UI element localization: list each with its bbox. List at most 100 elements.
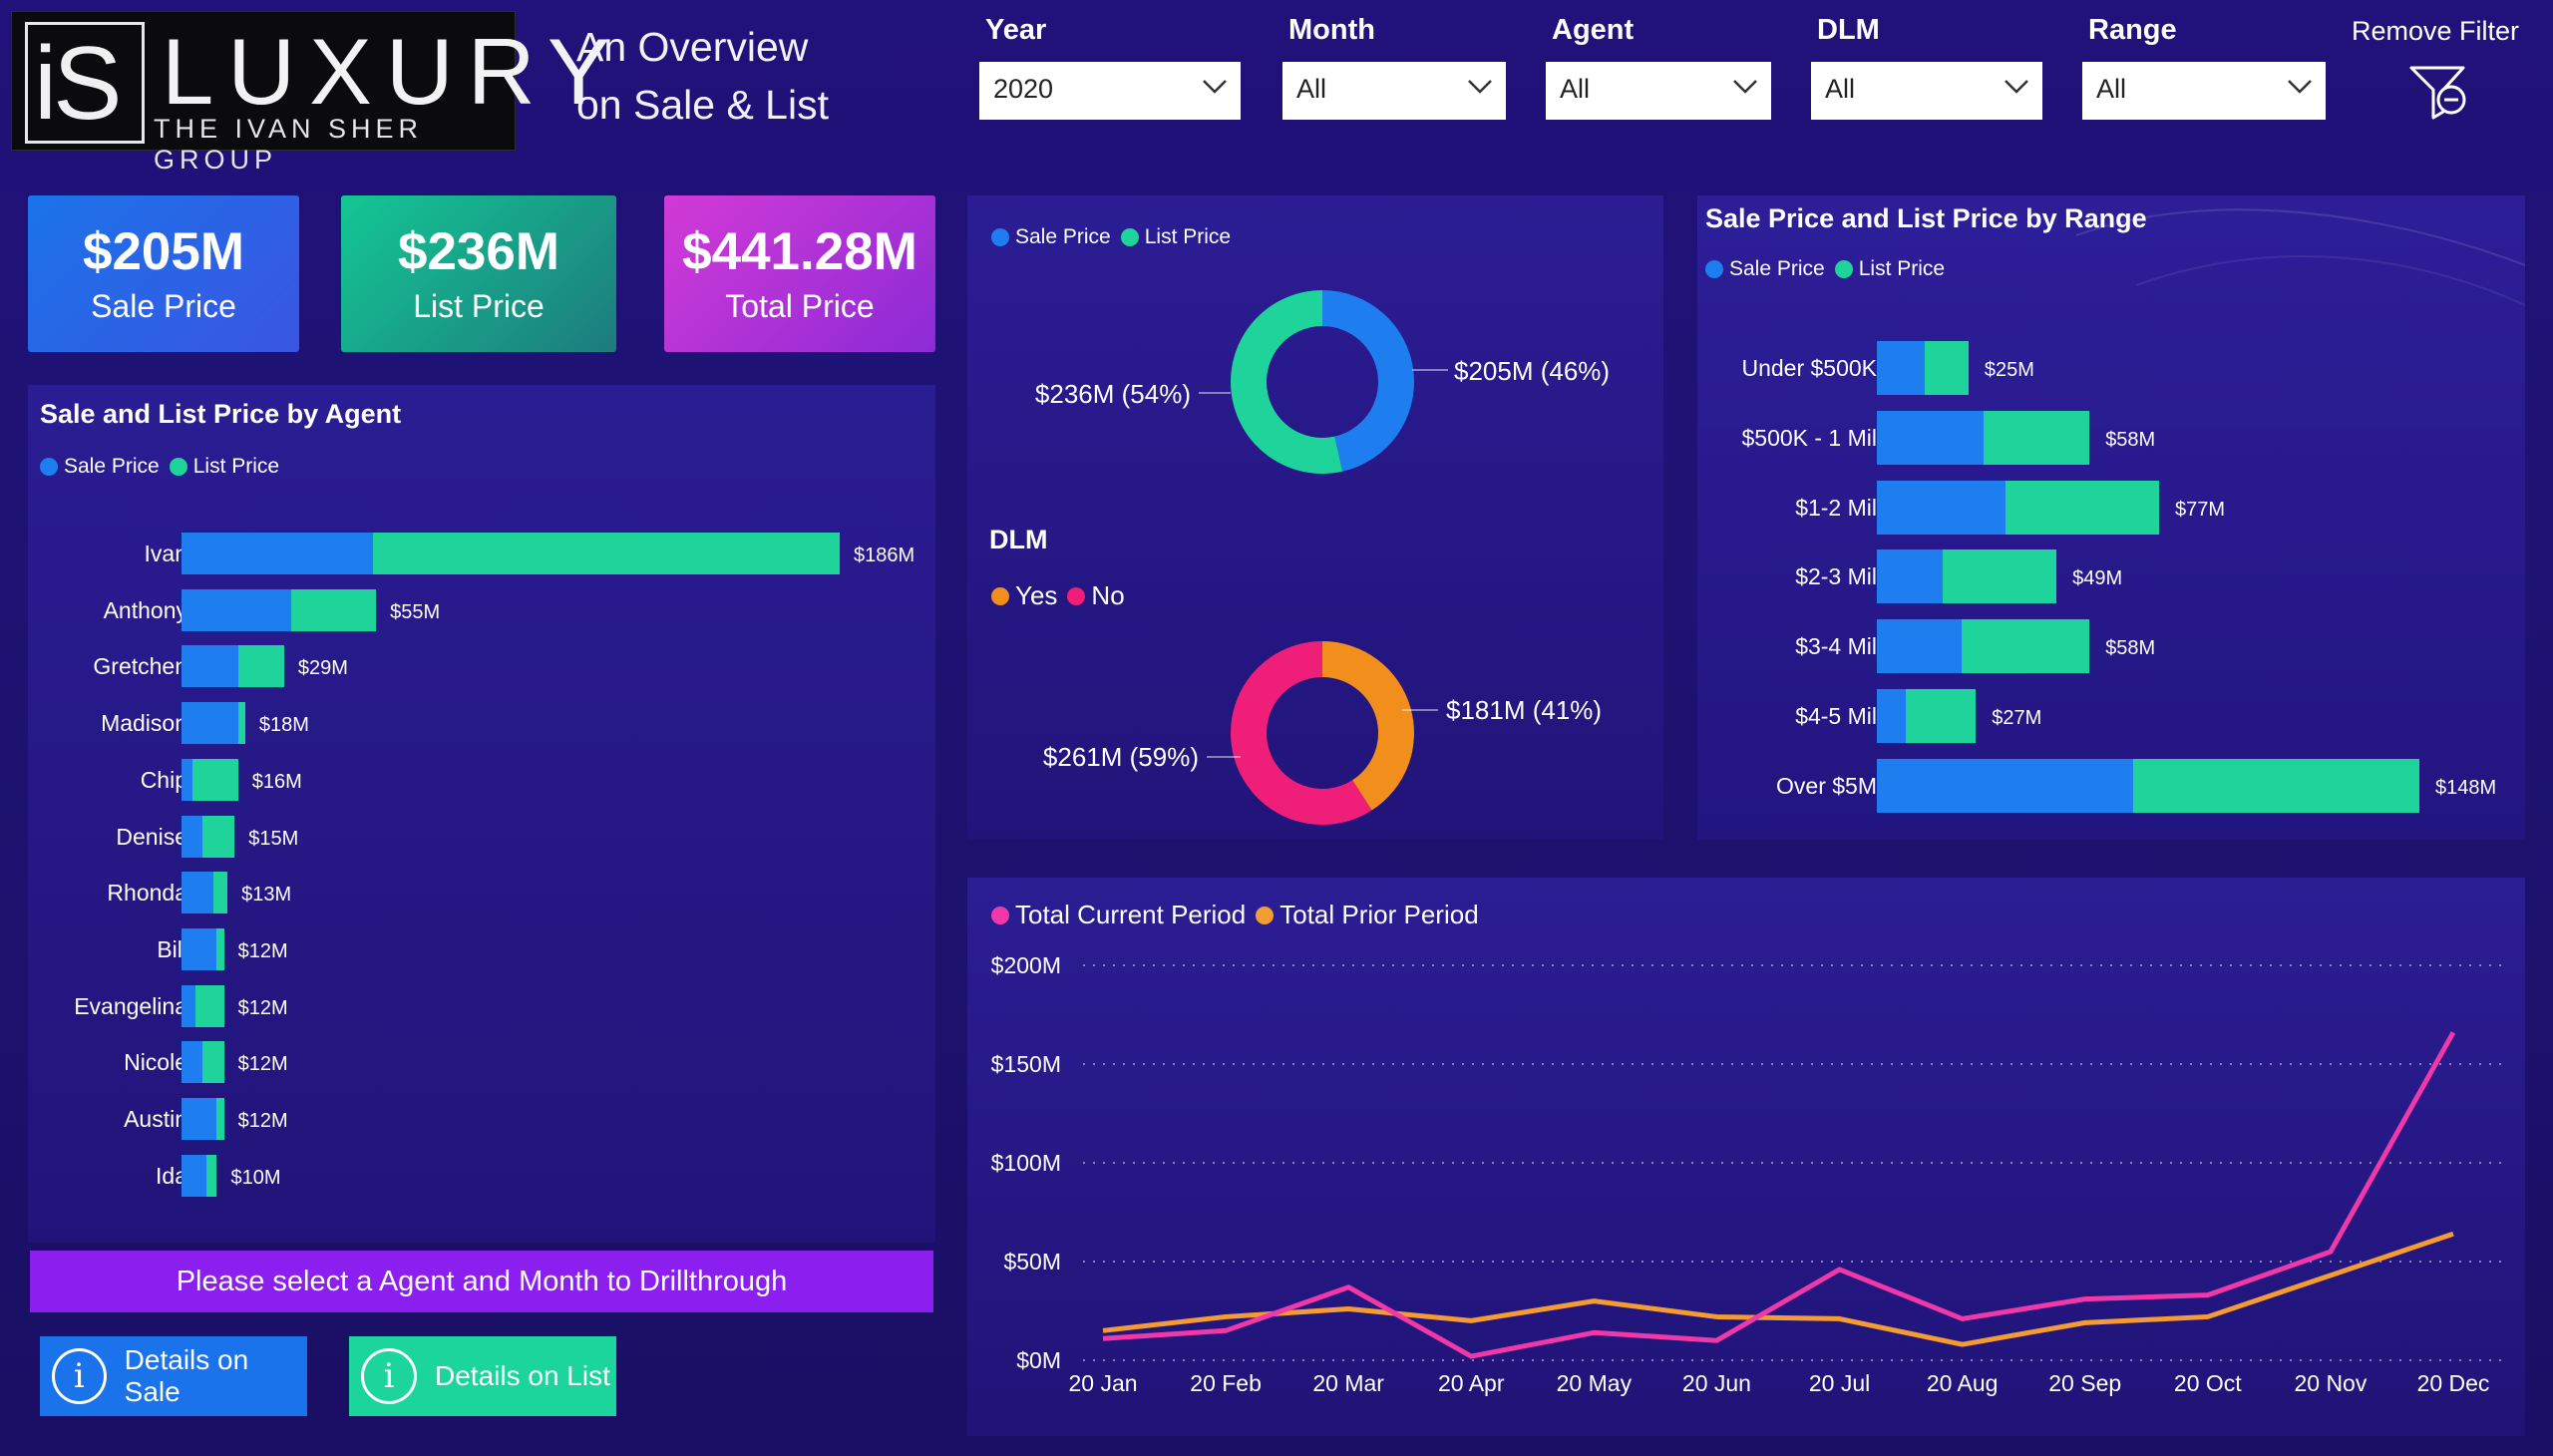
chevron-down-icon: [1468, 80, 1492, 94]
bar-total-label: $55M: [390, 600, 441, 623]
details-on-list-label: Details on List: [435, 1360, 610, 1391]
donut-charts: $205M (46%) $236M (54%) $181M (41%) $261M (…: [1035, 290, 1610, 825]
range-name-label: $500K - 1 Mil: [1741, 424, 1877, 451]
dlm-dropdown-value: All: [1825, 74, 1856, 104]
x-tick-label: 20 Jul: [1809, 1370, 1870, 1396]
range-bar-sale: [1877, 341, 1925, 395]
bar-total-label: $15M: [248, 827, 299, 850]
range-bar-chart: Under $500K $25M $500K - 1 Mil $58M $1-2 Mil…: [1697, 195, 2525, 840]
x-tick-label: 20 Apr: [1438, 1370, 1505, 1396]
filter-label-year: Year: [985, 14, 1047, 46]
donut-data-label: $181M (41%): [1446, 695, 1602, 725]
donut-panel: Sale Price List Price DLM Yes No $205M (…: [967, 195, 1663, 840]
bar-sale-chip: [182, 758, 192, 801]
bar-total-label: $10M: [230, 1166, 281, 1189]
dashboard: iS LUXURY THE IVAN SHER GROUP An Overvie…: [0, 0, 2553, 1456]
range-dropdown[interactable]: All: [2082, 62, 2326, 120]
bar-total-label: $12M: [237, 996, 288, 1019]
bar-sale-anthony: [182, 588, 291, 631]
donut-data-label: $236M (54%): [1035, 379, 1191, 409]
series-line-current: [1102, 1031, 2456, 1359]
x-tick-label: 20 Nov: [2294, 1370, 2367, 1396]
bar-sale-madison: [182, 702, 238, 745]
info-icon: i: [52, 1348, 107, 1404]
kpi-list-price: $236M List Price: [341, 195, 616, 352]
range-total-label: $49M: [2072, 567, 2123, 590]
y-tick-label: $150M: [991, 1051, 1061, 1077]
agent-name-label: Anthony: [103, 596, 187, 623]
filter-label-agent: Agent: [1552, 14, 1635, 46]
bar-total-label: $18M: [258, 714, 309, 737]
logo-mark: iS: [25, 22, 145, 144]
bar-total-label: $12M: [237, 1110, 288, 1132]
range-total-label: $58M: [2105, 637, 2156, 660]
bar-sale-gretchen: [182, 645, 238, 688]
range-name-label: Over $5M: [1776, 772, 1877, 799]
details-on-sale-button[interactable]: i Details on Sale: [40, 1336, 307, 1416]
bar-sale-denise: [182, 815, 203, 858]
bar-list-austin: [216, 1098, 224, 1140]
range-name-label: $2-3 Mil: [1795, 563, 1877, 590]
details-on-sale-label: Details on Sale: [124, 1344, 249, 1407]
remove-filter-label: Remove Filter: [2352, 16, 2520, 46]
bar-total-label: $12M: [237, 1053, 288, 1076]
bar-list-evangelina: [195, 984, 224, 1027]
x-tick-label: 20 Aug: [1927, 1370, 1999, 1396]
bar-sale-nicole: [182, 1041, 203, 1084]
agent-dropdown[interactable]: All: [1546, 62, 1771, 120]
bar-total-label: $186M: [854, 545, 915, 566]
bar-total-label: $13M: [241, 884, 292, 907]
bar-list-madison: [237, 702, 245, 745]
x-tick-label: 20 Mar: [1312, 1370, 1384, 1396]
x-tick-label: 20 Dec: [2417, 1370, 2490, 1396]
bar-list-nicole: [202, 1041, 224, 1084]
bar-sale-ivan: [182, 533, 373, 574]
agent-name-label: Gretchen: [93, 653, 187, 680]
agent-name-label: Evangelina: [74, 992, 187, 1019]
y-tick-label: $0M: [1016, 1347, 1061, 1373]
month-dropdown[interactable]: All: [1282, 62, 1506, 120]
drillthrough-prompt[interactable]: Please select a Agent and Month to Drill…: [30, 1251, 933, 1312]
range-name-label: $4-5 Mil: [1795, 703, 1877, 729]
range-name-label: $3-4 Mil: [1795, 633, 1877, 660]
kpi-total-price-label: Total Price: [725, 287, 875, 324]
chevron-down-icon: [1733, 80, 1757, 94]
details-on-list-button[interactable]: i Details on List: [349, 1336, 616, 1416]
agent-name-label: Denise: [116, 823, 187, 850]
kpi-total-price-value: $441.28M: [682, 221, 917, 281]
range-bar-sale: [1877, 549, 1944, 604]
agent-name-label: Bill: [157, 935, 187, 962]
bar-sale-bill: [182, 927, 217, 970]
range-chart-panel: Sale Price and List Price by Range Sale …: [1697, 195, 2525, 840]
bar-total-label: $29M: [297, 657, 348, 680]
range-bar-sale: [1877, 689, 1907, 743]
range-total-label: $77M: [2175, 498, 2226, 521]
range-bar-sale: [1877, 480, 2006, 535]
logo-name: LUXURY: [162, 19, 624, 124]
agent-name-label: Chip: [140, 766, 187, 793]
filter-label-month: Month: [1288, 14, 1375, 46]
bar-list-denise: [202, 815, 235, 858]
donut-data-label: $261M (59%): [1043, 742, 1199, 772]
bar-sale-rhonda: [182, 872, 213, 914]
dlm-dropdown[interactable]: All: [1811, 62, 2042, 120]
range-bar-list: [1961, 619, 2090, 674]
year-dropdown-value: 2020: [993, 74, 1054, 104]
agent-name-label: Ivan: [144, 541, 187, 566]
series-line-prior: [1102, 1231, 2454, 1347]
filter-remove-icon[interactable]: [2407, 62, 2471, 127]
range-bar-sale: [1877, 410, 1984, 465]
x-tick-label: 20 Jun: [1682, 1370, 1751, 1396]
page-title-line2: on Sale & List: [576, 82, 829, 128]
range-bar-list: [2005, 480, 2160, 535]
range-bar-list: [2133, 758, 2419, 813]
info-icon: i: [361, 1348, 417, 1404]
year-dropdown[interactable]: 2020: [979, 62, 1241, 120]
bar-sale-austin: [182, 1098, 217, 1140]
range-name-label: Under $500K: [1741, 355, 1877, 381]
agent-name-label: Madison: [101, 710, 187, 737]
agent-bar-chart: Ivan $186M Anthony $55M Gretchen $29M Madison $…: [28, 385, 935, 1243]
range-bar-list: [1906, 689, 1977, 743]
agent-dropdown-value: All: [1560, 74, 1591, 104]
kpi-sale-price-label: Sale Price: [91, 287, 236, 324]
